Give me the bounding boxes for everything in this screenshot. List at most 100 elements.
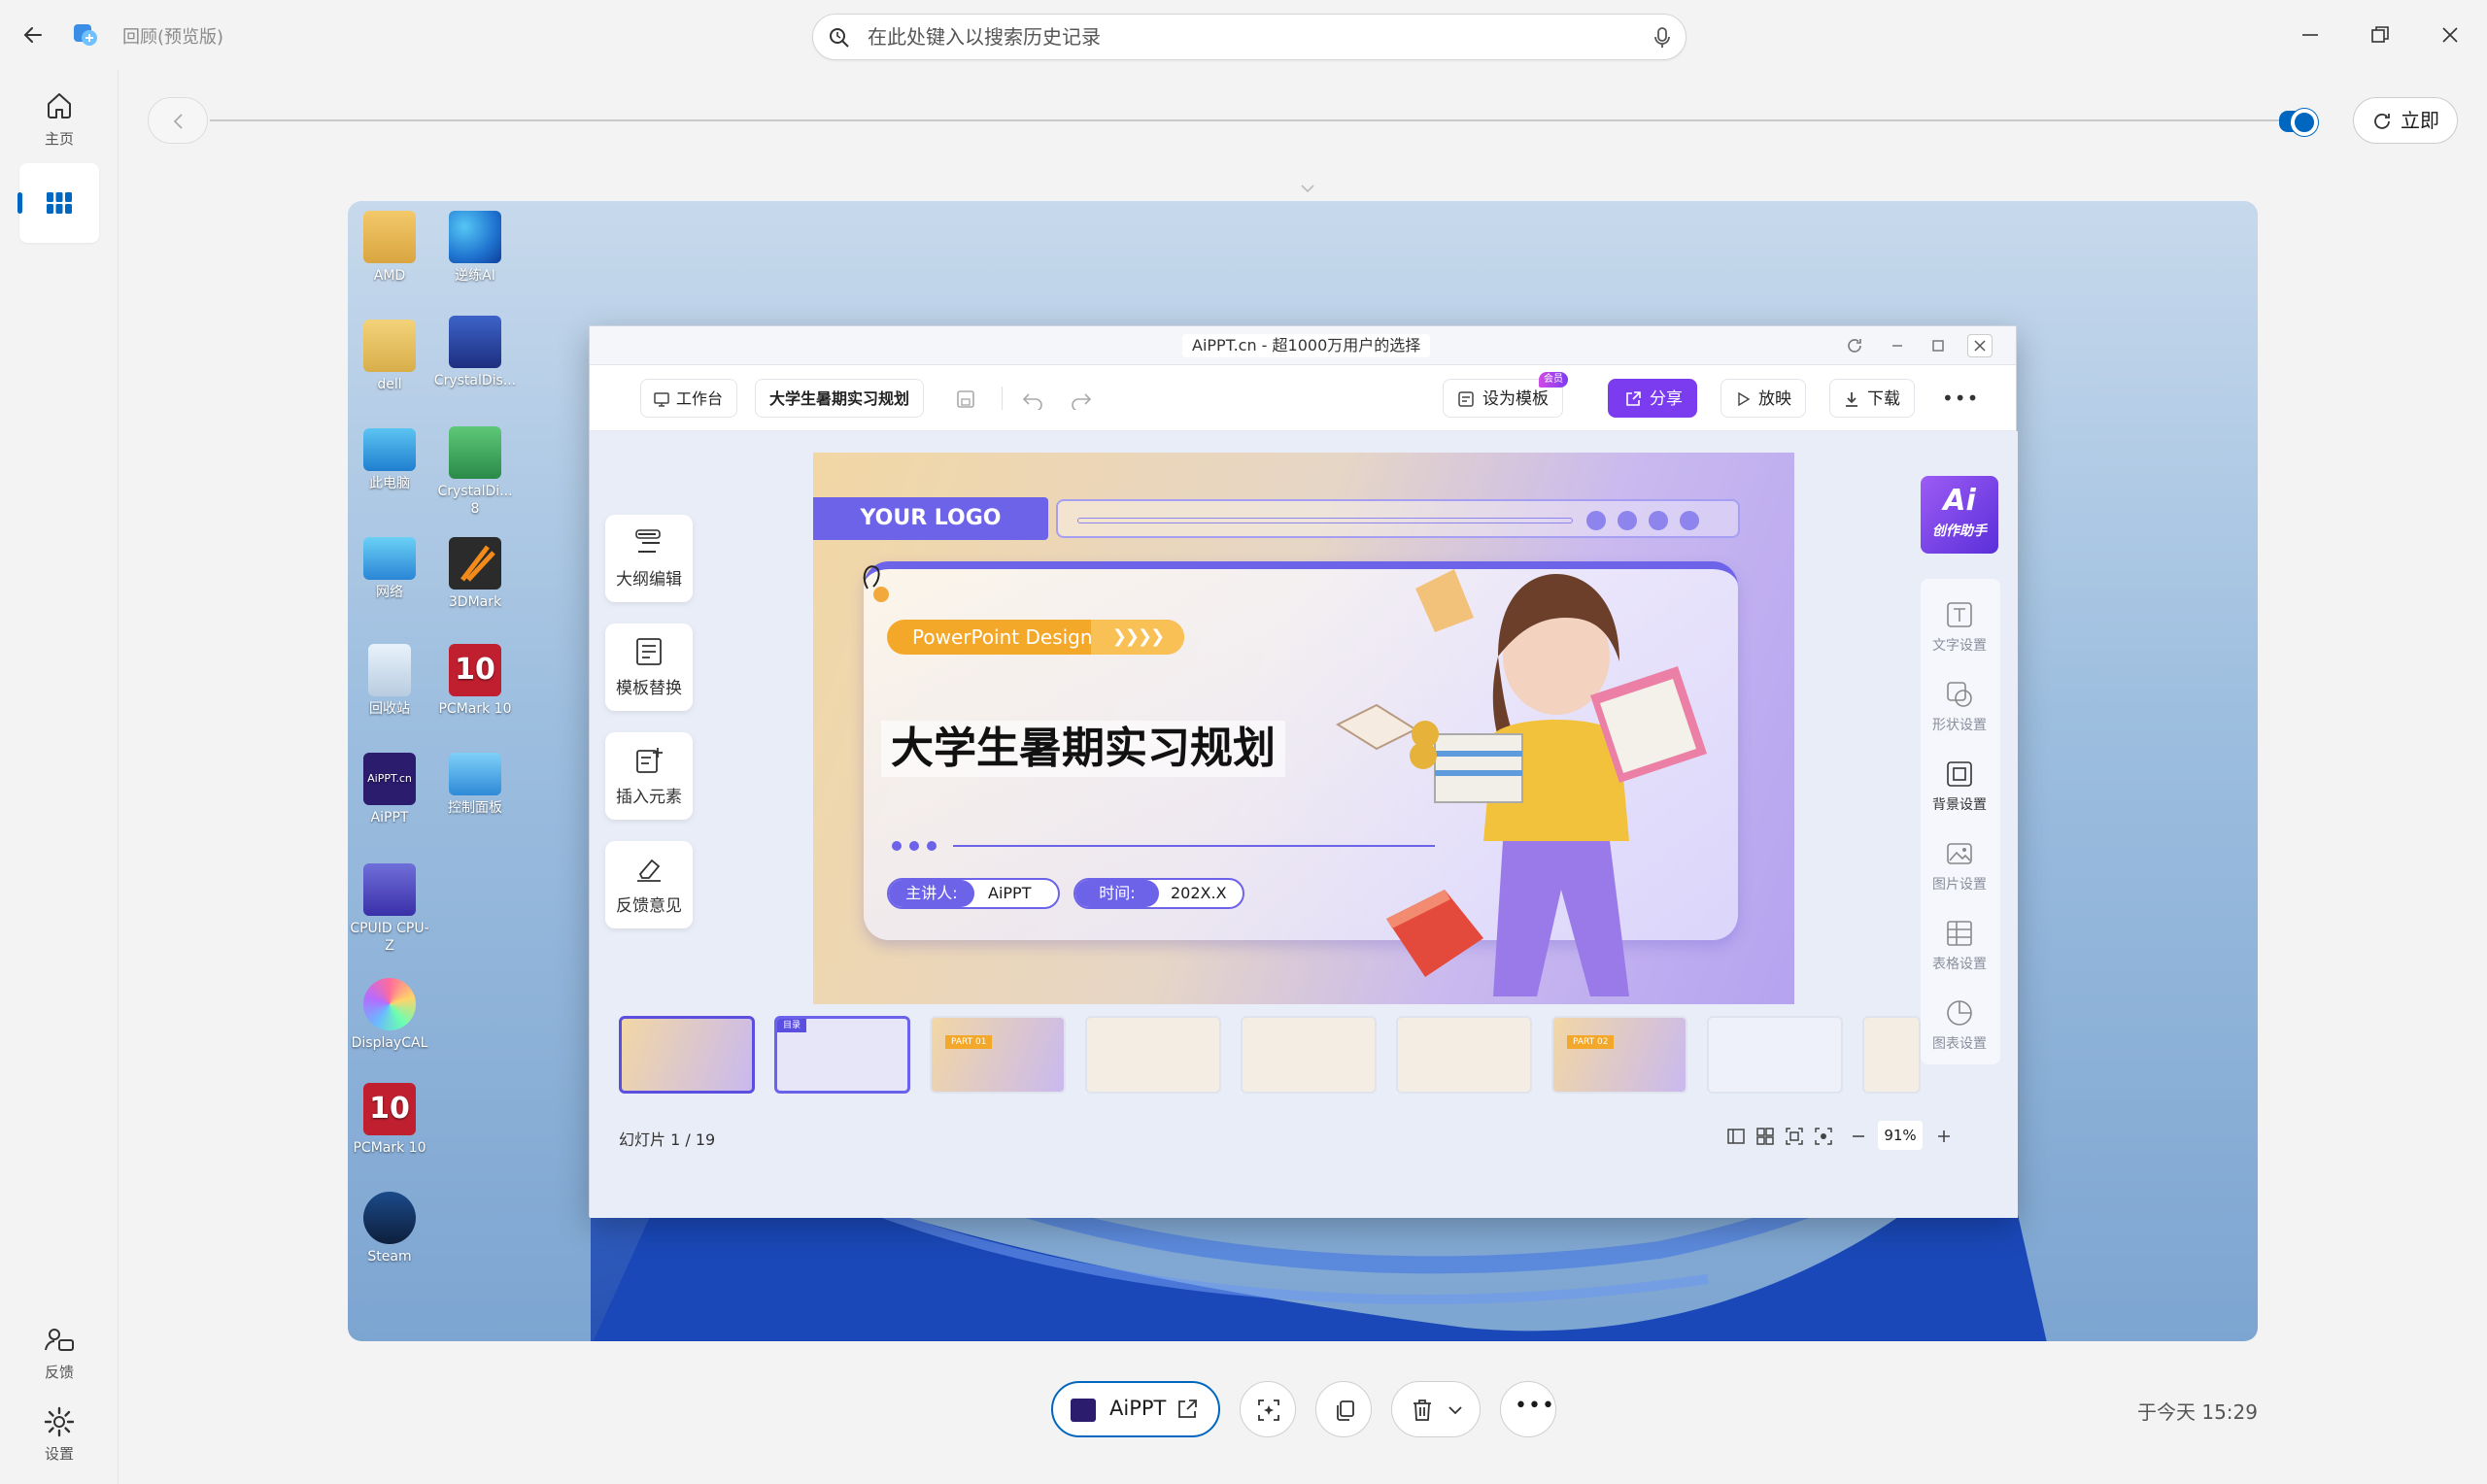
shape-settings-button[interactable]: 形状设置 <box>1921 666 1998 744</box>
desktop-icon-label: CPUID CPU-Z <box>350 921 429 954</box>
table-settings-button[interactable]: 表格设置 <box>1921 905 1998 983</box>
copy-button[interactable] <box>1315 1381 1372 1437</box>
image-settings-button[interactable]: 图片设置 <box>1921 826 1998 903</box>
desktop-icon-dell[interactable]: dell <box>348 320 431 393</box>
doc-title[interactable]: 大学生暑期实习规划 <box>755 379 925 418</box>
table-icon <box>1947 921 1972 946</box>
desktop-icon-label: CrystalDi... 8 <box>437 484 513 517</box>
desktop-icon-recycle-bin[interactable]: 回收站 <box>348 644 431 718</box>
desktop-icon-displaycal[interactable]: DisplayCAL <box>348 978 431 1052</box>
screen-region-button[interactable] <box>1240 1381 1296 1437</box>
reload-icon[interactable] <box>1845 336 1864 355</box>
insert-element-button[interactable]: 插入元素 <box>605 732 693 820</box>
search-input[interactable] <box>868 15 1625 59</box>
slide-thumbnail-2[interactable]: 目录 <box>774 1016 910 1094</box>
more-options-button[interactable]: ••• <box>1500 1381 1556 1437</box>
download-button[interactable]: 下载 <box>1829 379 1915 418</box>
desktop-icon-crystaldisk-1[interactable]: CrystalDis... <box>433 316 517 389</box>
chevrons-right-icon: ❯❯❯❯ <box>1091 620 1184 655</box>
aippt-maximize-button[interactable] <box>1928 336 1948 355</box>
set-template-button[interactable]: 设为模板 会员 <box>1443 372 1568 418</box>
refresh-now-button[interactable]: 立即 <box>2353 97 2458 144</box>
aippt-window[interactable]: AiPPT.cn - 超1000万用户的选择 工作台 大学生暑期实习规划 设为模… <box>589 325 2018 1218</box>
timeline-track[interactable] <box>210 119 2279 121</box>
rail-timeline[interactable] <box>17 163 99 243</box>
eraser-icon <box>637 859 661 882</box>
slide-thumbnail-8[interactable] <box>1707 1016 1843 1094</box>
desktop-icon-cpuz[interactable]: CPUID CPU-Z <box>348 863 431 955</box>
folder-icon <box>363 320 416 372</box>
desktop-icon-network[interactable]: 网络 <box>348 537 431 601</box>
pie-chart-icon <box>1947 1000 1972 1026</box>
copy-icon <box>1337 1400 1354 1421</box>
feedback-opinion-button[interactable]: 反馈意见 <box>605 841 693 928</box>
template-replace-button[interactable]: 模板替换 <box>605 624 693 711</box>
insert-icon <box>636 748 663 773</box>
save-icon[interactable] <box>955 388 976 410</box>
desktop-icon-nilian-ai[interactable]: 逆练AI <box>433 211 517 285</box>
slide-thumbnail-9[interactable] <box>1862 1016 1921 1094</box>
microphone-icon[interactable] <box>1652 26 1672 50</box>
slide-canvas[interactable]: YOUR LOGO PowerPoint Design ❯❯❯❯ 大学生暑期实习… <box>813 453 1794 1004</box>
presenter-label: 主讲人: <box>889 880 974 907</box>
desktop-icon-3dmark[interactable]: 3DMark <box>433 537 517 611</box>
desktop-icon-aippt[interactable]: AiPPT.cn AiPPT <box>348 753 431 826</box>
chat-dot-icon <box>1649 511 1668 530</box>
chart-settings-button[interactable]: 图表设置 <box>1921 985 1998 1062</box>
redo-icon[interactable] <box>1070 388 1093 410</box>
slide-clip-icon <box>863 565 889 602</box>
slide-tag: PowerPoint Design ❯❯❯❯ <box>887 620 1184 655</box>
title-bar: 回顾(预览版) <box>0 0 2487 70</box>
desktop-icon-crystaldisk-2[interactable]: CrystalDi... 8 <box>433 426 517 518</box>
desktop-icon-amd[interactable]: AMD <box>348 211 431 285</box>
delete-button[interactable] <box>1391 1381 1481 1437</box>
undo-icon[interactable] <box>1021 388 1044 410</box>
desktop-icon-pcmark-2[interactable]: 10 PCMark 10 <box>433 644 517 718</box>
slide-thumbnail-7[interactable]: PART 02 <box>1551 1016 1687 1094</box>
rail-home[interactable]: 主页 <box>17 87 101 161</box>
close-button[interactable] <box>2436 21 2464 49</box>
download-icon <box>1846 392 1857 407</box>
fit-screen-icon[interactable] <box>1785 1127 1804 1146</box>
restore-button[interactable] <box>2367 21 2394 49</box>
displaycal-icon <box>363 978 416 1030</box>
play-button[interactable]: 放映 <box>1720 379 1806 418</box>
background-icon <box>1947 761 1972 787</box>
grid-view-icon[interactable] <box>1755 1127 1775 1146</box>
timeline-slider-thumb[interactable] <box>2291 109 2318 136</box>
slide-thumbnail-1[interactable] <box>619 1016 755 1094</box>
search-box[interactable] <box>812 14 1686 60</box>
slide-thumbnail-6[interactable] <box>1396 1016 1532 1094</box>
chart-settings-label: 图表设置 <box>1932 1036 1987 1052</box>
text-settings-button[interactable]: 文字设置 <box>1921 587 1998 664</box>
outline-edit-button[interactable]: 大纲编辑 <box>605 515 693 602</box>
desktop-icon-control-panel[interactable]: 控制面板 <box>433 753 517 817</box>
desktop-icon-this-pc[interactable]: 此电脑 <box>348 428 431 492</box>
outline-view-icon[interactable] <box>1726 1127 1746 1146</box>
aippt-minimize-button[interactable] <box>1888 336 1907 355</box>
back-arrow-icon[interactable] <box>19 21 47 49</box>
right-tool-panel: 文字设置 形状设置 背景设置 图片设置 表格设置 图表设置 <box>1921 579 2000 1064</box>
network-icon <box>363 537 416 580</box>
slide-thumbnail-4[interactable] <box>1085 1016 1221 1094</box>
zoom-in-icon[interactable] <box>1934 1127 1954 1146</box>
desktop-icon-pcmark-1[interactable]: 10 PCMark 10 <box>348 1083 431 1157</box>
timeline-prev-button[interactable] <box>148 97 208 144</box>
zoom-out-icon[interactable] <box>1849 1127 1868 1146</box>
aippt-close-button[interactable] <box>1967 334 1993 357</box>
workbench-button[interactable]: 工作台 <box>640 379 738 418</box>
ai-assistant-button[interactable]: Ai 创作助手 <box>1921 476 1998 554</box>
snapshot-image[interactable]: AMD dell 此电脑 网络 回收站 AiPPT.cn AiPPT CPUID… <box>348 201 2258 1341</box>
fullscreen-icon[interactable] <box>1814 1127 1833 1146</box>
slide-thumbnail-5[interactable] <box>1241 1016 1377 1094</box>
background-settings-button[interactable]: 背景设置 <box>1921 746 1998 824</box>
desktop-icon-steam[interactable]: Steam <box>348 1192 431 1265</box>
zoom-level[interactable]: 91% <box>1878 1121 1923 1150</box>
3dmark-icon <box>449 537 501 590</box>
share-button[interactable]: 分享 <box>1608 379 1697 418</box>
grid-dot-icon <box>1618 511 1637 530</box>
minimize-button[interactable] <box>2297 23 2324 47</box>
more-icon[interactable]: ••• <box>1942 387 1979 410</box>
open-app-button[interactable]: AiPPT <box>1051 1381 1220 1437</box>
slide-thumbnail-3[interactable]: PART 01 <box>930 1016 1066 1094</box>
